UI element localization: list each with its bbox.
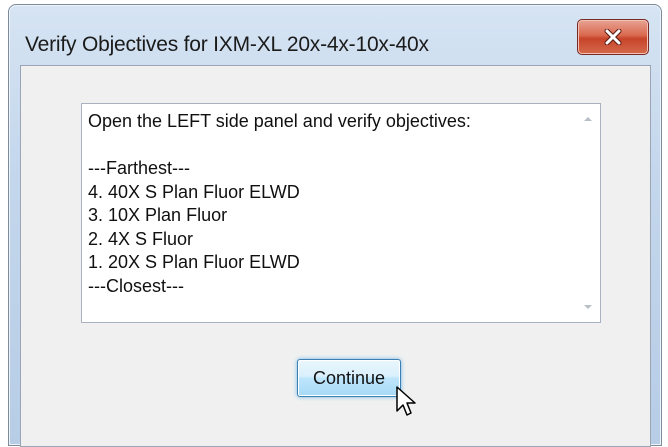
- message-line: 4. 40X S Plan Fluor ELWD: [88, 181, 300, 202]
- close-button[interactable]: [577, 19, 649, 55]
- message-line: 3. 10X Plan Fluor: [88, 205, 228, 225]
- dialog-title: Verify Objectives for IXM-XL 20x-4x-10x-…: [25, 33, 429, 56]
- message-line: ---Closest---: [88, 275, 184, 296]
- mouse-cursor: [395, 385, 417, 422]
- message-line: Open the LEFT side panel and verify obje…: [88, 111, 471, 131]
- vertical-scrollbar[interactable]: [576, 104, 600, 322]
- dialog-window: Verify Objectives for IXM-XL 20x-4x-10x-…: [8, 4, 662, 447]
- message-line: [88, 134, 572, 158]
- mouse-pointer-icon: [396, 386, 416, 416]
- close-x-icon: [604, 29, 622, 45]
- message-text: Open the LEFT side panel and verify obje…: [88, 110, 572, 318]
- scroll-up-arrow-icon: [584, 117, 592, 121]
- message-textbox[interactable]: Open the LEFT side panel and verify obje…: [81, 103, 601, 323]
- dialog-body: Open the LEFT side panel and verify obje…: [20, 65, 651, 447]
- message-line: 1. 20X S Plan Fluor ELWD: [88, 252, 300, 272]
- scroll-up-button[interactable]: [576, 108, 600, 130]
- message-line: ---Farthest---: [88, 158, 190, 178]
- scroll-down-arrow-icon: [584, 305, 592, 309]
- title-bar[interactable]: Verify Objectives for IXM-XL 20x-4x-10x-…: [9, 5, 661, 69]
- continue-button[interactable]: Continue: [297, 359, 401, 397]
- message-line: 2. 4X S Fluor: [88, 228, 194, 249]
- scroll-down-button[interactable]: [576, 296, 600, 318]
